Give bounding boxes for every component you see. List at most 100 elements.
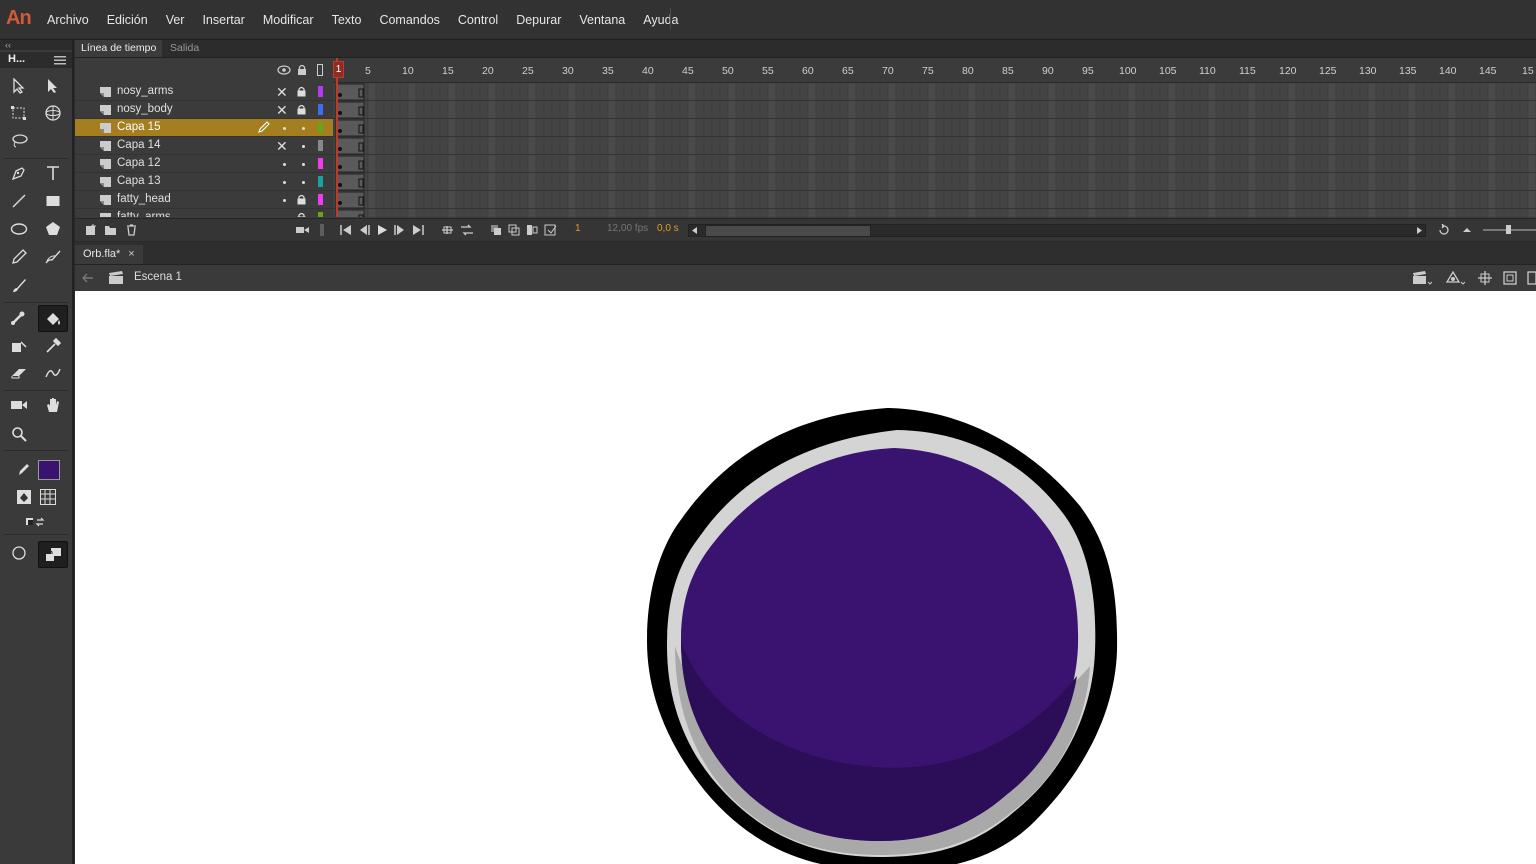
brush-tool-icon[interactable] — [7, 274, 31, 296]
frame-column[interactable] — [663, 83, 673, 217]
elapsed-time[interactable]: 0,0 s — [657, 223, 679, 234]
frame-rate[interactable]: 12,00 fps — [607, 223, 648, 234]
frame-grid[interactable] — [333, 83, 1536, 217]
layer-row[interactable]: Capa 14 ✕ — [75, 137, 333, 155]
frame-column[interactable] — [1415, 83, 1425, 217]
paint-brush-tool-icon[interactable] — [41, 246, 65, 268]
menu-edicion[interactable]: Edición — [98, 13, 157, 27]
frame-column[interactable] — [1335, 83, 1345, 217]
frame-column[interactable] — [543, 83, 553, 217]
frame-column[interactable] — [695, 83, 705, 217]
lock-dot[interactable] — [302, 163, 305, 166]
bone-tool-icon[interactable] — [7, 307, 31, 329]
frame-column[interactable] — [487, 83, 497, 217]
frame-column[interactable] — [1175, 83, 1185, 217]
hidden-layer-icon[interactable]: ✕ — [276, 139, 288, 153]
frame-column[interactable] — [839, 83, 849, 217]
keyframe-dot[interactable] — [338, 111, 342, 115]
back-arrow-icon[interactable] — [82, 273, 94, 283]
frame-column[interactable] — [431, 83, 441, 217]
keyframe-dot[interactable] — [338, 93, 342, 97]
keyframe-span[interactable] — [335, 191, 365, 209]
lock-all-layers-icon[interactable] — [297, 64, 307, 76]
layer-row[interactable]: nosy_body ✕ — [75, 101, 333, 119]
frame-column[interactable] — [1127, 83, 1137, 217]
playhead[interactable]: 1 — [333, 58, 344, 217]
edit-multiple-frames-icon[interactable] — [526, 224, 538, 236]
frame-column[interactable] — [1039, 83, 1049, 217]
frame-column[interactable] — [671, 83, 681, 217]
keyframe-span[interactable] — [335, 137, 365, 155]
frame-column[interactable] — [447, 83, 457, 217]
frame-column[interactable] — [1071, 83, 1081, 217]
frame-column[interactable] — [1263, 83, 1273, 217]
frame-column[interactable] — [1239, 83, 1249, 217]
lock-icon[interactable] — [297, 212, 306, 217]
zoom-dropdown-icon[interactable] — [1527, 270, 1536, 286]
frame-column[interactable] — [847, 83, 857, 217]
lock-dot[interactable] — [302, 127, 305, 130]
frame-zoom-handle[interactable] — [1506, 225, 1511, 234]
frame-column[interactable] — [463, 83, 473, 217]
menu-comandos[interactable]: Comandos — [370, 13, 448, 27]
frame-column[interactable] — [1383, 83, 1393, 217]
frame-column[interactable] — [1047, 83, 1057, 217]
frame-column[interactable] — [1447, 83, 1457, 217]
frame-column[interactable] — [1007, 83, 1017, 217]
line-tool-icon[interactable] — [7, 190, 31, 212]
frame-column[interactable] — [1319, 83, 1329, 217]
frame-column[interactable] — [1407, 83, 1417, 217]
lock-icon[interactable] — [297, 194, 306, 205]
frame-column[interactable] — [919, 83, 929, 217]
layer-name[interactable]: fatty_arms — [117, 211, 171, 217]
frame-column[interactable] — [647, 83, 657, 217]
frame-column[interactable] — [1431, 83, 1441, 217]
current-frame[interactable]: 1 — [575, 223, 581, 234]
frame-column[interactable] — [1199, 83, 1209, 217]
frame-column[interactable] — [991, 83, 1001, 217]
step-forward-icon[interactable] — [394, 224, 406, 236]
3d-rotation-tool-icon[interactable] — [41, 102, 65, 124]
frame-column[interactable] — [735, 83, 745, 217]
layer-row[interactable]: Capa 13 — [75, 173, 333, 191]
panel-menu-icon[interactable] — [54, 55, 66, 65]
keyframe-span[interactable] — [335, 119, 365, 137]
frame-column[interactable] — [1063, 83, 1073, 217]
frame-column[interactable] — [1375, 83, 1385, 217]
layer-row[interactable]: Capa 15 — [75, 119, 333, 137]
swap-colors-icon[interactable] — [24, 511, 48, 533]
frame-column[interactable] — [1455, 83, 1465, 217]
go-to-first-frame-icon[interactable] — [340, 224, 352, 236]
scene-name[interactable]: Escena 1 — [134, 271, 182, 283]
scroll-right-icon[interactable] — [1417, 227, 1422, 234]
frame-column[interactable] — [679, 83, 689, 217]
ink-bottle-tool-icon[interactable] — [7, 335, 31, 357]
frame-column[interactable] — [1255, 83, 1265, 217]
frame-column[interactable] — [1391, 83, 1401, 217]
frame-column[interactable] — [1487, 83, 1497, 217]
frame-column[interactable] — [1023, 83, 1033, 217]
frame-column[interactable] — [1399, 83, 1409, 217]
frame-column[interactable] — [743, 83, 753, 217]
onion-skin-toggle-icon[interactable] — [460, 224, 474, 236]
onion-skin-icon[interactable] — [490, 224, 502, 236]
frame-column[interactable] — [1151, 83, 1161, 217]
visibility-dot[interactable] — [283, 199, 286, 202]
keyframe-dot[interactable] — [338, 129, 342, 133]
keyframe-span[interactable] — [335, 83, 365, 101]
outline-all-layers-icon[interactable] — [317, 64, 323, 76]
frame-column[interactable] — [399, 83, 409, 217]
fill-color-bucket-icon[interactable] — [12, 486, 36, 508]
frame-column[interactable] — [1495, 83, 1505, 217]
frame-column[interactable] — [1367, 83, 1377, 217]
frame-column[interactable] — [1271, 83, 1281, 217]
keyframe-dot[interactable] — [338, 183, 342, 187]
frame-column[interactable] — [703, 83, 713, 217]
frame-column[interactable] — [983, 83, 993, 217]
frame-column[interactable] — [591, 83, 601, 217]
frame-column[interactable] — [911, 83, 921, 217]
polystar-tool-icon[interactable] — [41, 218, 65, 240]
frame-column[interactable] — [503, 83, 513, 217]
layer-name[interactable]: nosy_arms — [117, 85, 173, 97]
tab-timeline[interactable]: Línea de tiempo — [75, 40, 163, 57]
